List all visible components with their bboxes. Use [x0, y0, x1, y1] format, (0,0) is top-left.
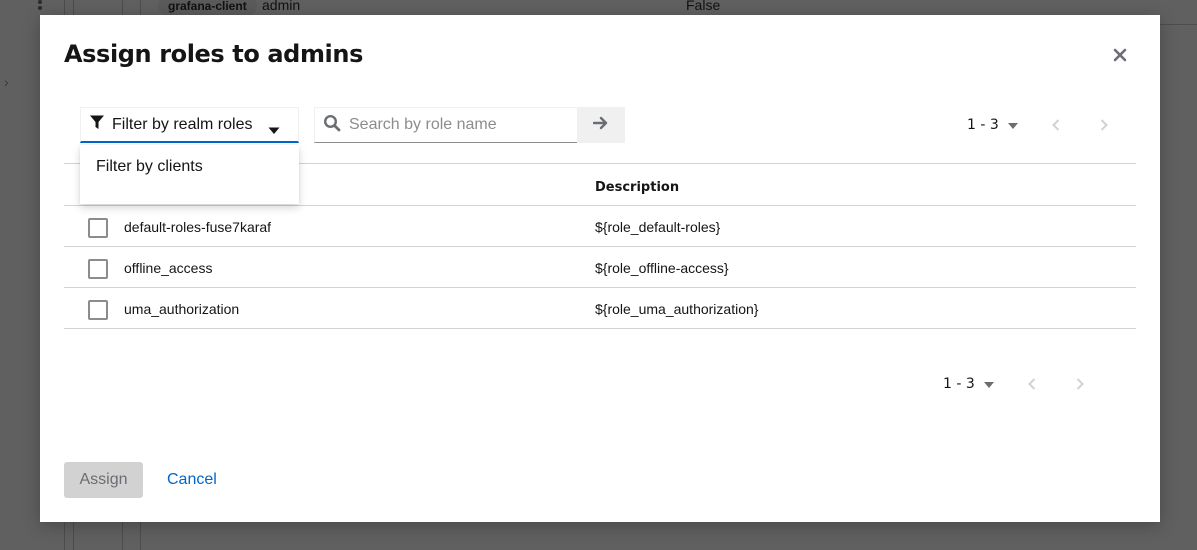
search-field	[314, 107, 578, 143]
table-row: uma_authorization ${role_uma_authorizati…	[64, 288, 1136, 329]
pagination-range[interactable]: 1 - 3	[943, 376, 975, 392]
search-input[interactable]	[349, 116, 569, 134]
chevron-right-icon[interactable]	[1100, 118, 1108, 136]
filter-icon	[89, 114, 105, 135]
search-icon	[323, 114, 341, 137]
close-icon[interactable]	[1111, 46, 1129, 64]
divider	[1160, 24, 1197, 25]
role-description: ${role_offline-access}	[595, 260, 729, 276]
row-checkbox[interactable]	[88, 218, 108, 238]
role-description: ${role_default-roles}	[595, 219, 721, 235]
assign-button[interactable]: Assign	[64, 462, 143, 498]
filter-option-clients[interactable]: Filter by clients	[96, 158, 203, 176]
chevron-left-icon[interactable]	[1028, 377, 1036, 395]
filter-toggle-label: Filter by realm roles	[112, 115, 253, 133]
caret-down-icon	[268, 122, 280, 140]
chevron-left-icon[interactable]	[1052, 118, 1060, 136]
modal-title: Assign roles to admins	[64, 40, 363, 68]
role-name: default-roles-fuse7karaf	[124, 219, 272, 235]
cancel-button[interactable]: Cancel	[167, 471, 217, 489]
pagination-top: 1 - 3	[967, 116, 1108, 134]
pagination-bottom: 1 - 3	[943, 375, 1084, 393]
role-text: admin	[262, 0, 301, 13]
caret-down-icon[interactable]	[1007, 116, 1018, 134]
assign-roles-modal: Assign roles to admins Filter by realm r…	[40, 15, 1160, 522]
pagination-range[interactable]: 1 - 3	[967, 117, 999, 133]
composite-text: False	[686, 0, 721, 13]
table-row: offline_access ${role_offline-access}	[64, 247, 1136, 288]
search-submit-button[interactable]	[577, 107, 625, 143]
filter-type-toggle[interactable]: Filter by realm roles	[80, 107, 299, 143]
caret-down-icon[interactable]	[983, 375, 994, 393]
table-row: default-roles-fuse7karaf ${role_default-…	[64, 206, 1136, 247]
role-name: offline_access	[124, 260, 213, 276]
chevron-right-icon[interactable]	[1076, 377, 1084, 395]
filter-dropdown-menu: Filter by clients	[80, 145, 299, 204]
chevron-right-icon: ›	[4, 74, 9, 90]
column-header-description[interactable]: Description	[595, 180, 679, 195]
arrow-right-icon	[592, 116, 609, 135]
row-checkbox[interactable]	[88, 300, 108, 320]
kebab-icon	[37, 0, 43, 10]
role-description: ${role_uma_authorization}	[595, 301, 759, 317]
role-name: uma_authorization	[124, 301, 240, 317]
row-checkbox[interactable]	[88, 259, 108, 279]
client-chip: grafana-client	[158, 0, 257, 16]
